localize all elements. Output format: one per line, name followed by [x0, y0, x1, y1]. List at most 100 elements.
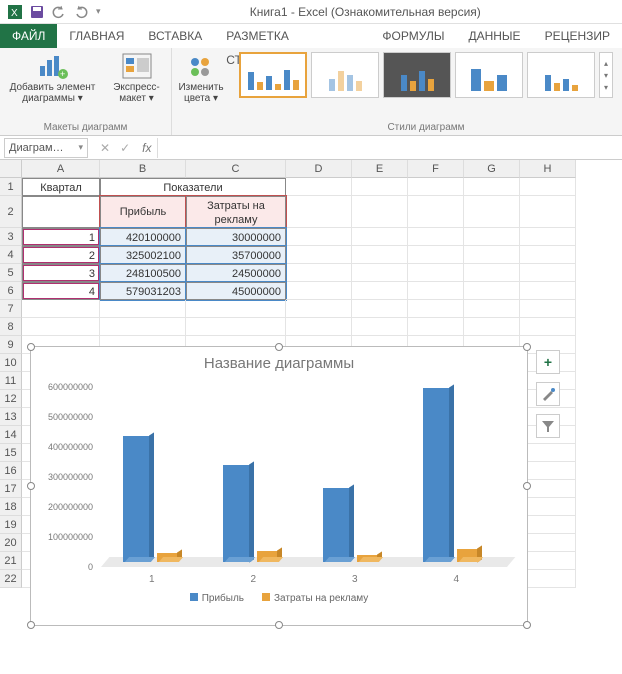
cell-G7[interactable]: [464, 300, 520, 318]
chart-handle-e[interactable]: [523, 482, 531, 490]
quick-layout-button[interactable]: Экспресс- макет ▾: [107, 52, 167, 104]
row-header-21[interactable]: 21: [0, 552, 22, 570]
cell-A7[interactable]: [22, 300, 100, 318]
cell-H20[interactable]: [520, 534, 576, 552]
chart-plot-area[interactable]: 0100000000200000000300000000400000000500…: [101, 380, 507, 570]
cell-H7[interactable]: [520, 300, 576, 318]
cell-H3[interactable]: [520, 228, 576, 246]
cell-C7[interactable]: [186, 300, 286, 318]
cell-B8[interactable]: [100, 318, 186, 336]
formula-confirm-icon[interactable]: ✓: [120, 141, 130, 155]
cell-D2[interactable]: [286, 196, 352, 228]
cell-F1[interactable]: [408, 178, 464, 196]
tab-page-layout[interactable]: РАЗМЕТКА СТРАНИЦЫ: [214, 24, 370, 48]
name-box-dropdown-icon[interactable]: ▾: [78, 142, 83, 153]
cell-A4[interactable]: 2: [22, 246, 100, 264]
cell-A6[interactable]: 4: [22, 282, 100, 300]
cell-D7[interactable]: [286, 300, 352, 318]
chart-handle-ne[interactable]: [523, 343, 531, 351]
cell-A1[interactable]: Квартал: [22, 178, 100, 196]
cell-E3[interactable]: [352, 228, 408, 246]
cell-E2[interactable]: [352, 196, 408, 228]
row-header-4[interactable]: 4: [0, 246, 22, 264]
column-headers[interactable]: ABCDEFGH: [22, 160, 622, 178]
cell-C4[interactable]: 35700000: [186, 246, 286, 264]
chart-filters-button[interactable]: [536, 414, 560, 438]
undo-icon[interactable]: [52, 5, 66, 19]
cell-A2[interactable]: [22, 196, 100, 228]
cell-C5[interactable]: 24500000: [186, 264, 286, 282]
row-header-14[interactable]: 14: [0, 426, 22, 444]
chart-handle-se[interactable]: [523, 621, 531, 629]
chart-handle-w[interactable]: [27, 482, 35, 490]
save-icon[interactable]: [30, 5, 44, 19]
spreadsheet-grid[interactable]: ABCDEFGH 1КварталПоказатели2ПрибыльЗатра…: [0, 160, 622, 588]
cell-E7[interactable]: [352, 300, 408, 318]
cell-B1[interactable]: Показатели: [100, 178, 286, 196]
cell-A5[interactable]: 3: [22, 264, 100, 282]
cell-F3[interactable]: [408, 228, 464, 246]
cell-H22[interactable]: [520, 570, 576, 588]
col-header-B[interactable]: B: [100, 160, 186, 178]
cell-D3[interactable]: [286, 228, 352, 246]
chart-style-1[interactable]: [239, 52, 307, 98]
cell-H5[interactable]: [520, 264, 576, 282]
cell-B4[interactable]: 325002100: [100, 246, 186, 264]
cell-D8[interactable]: [286, 318, 352, 336]
cell-E1[interactable]: [352, 178, 408, 196]
tab-file[interactable]: ФАЙЛ: [0, 24, 57, 48]
cell-A8[interactable]: [22, 318, 100, 336]
chart-elements-button[interactable]: +: [536, 350, 560, 374]
cell-D6[interactable]: [286, 282, 352, 300]
chart-handle-s[interactable]: [275, 621, 283, 629]
row-header-20[interactable]: 20: [0, 534, 22, 552]
row-header-16[interactable]: 16: [0, 462, 22, 480]
row-header-17[interactable]: 17: [0, 480, 22, 498]
cell-G3[interactable]: [464, 228, 520, 246]
row-header-13[interactable]: 13: [0, 408, 22, 426]
tab-insert[interactable]: ВСТАВКА: [136, 24, 214, 48]
cell-E6[interactable]: [352, 282, 408, 300]
add-chart-element-button[interactable]: + Добавить элемент диаграммы ▾: [5, 52, 101, 104]
chart-style-2[interactable]: [311, 52, 379, 98]
cell-F5[interactable]: [408, 264, 464, 282]
cell-D5[interactable]: [286, 264, 352, 282]
row-header-8[interactable]: 8: [0, 318, 22, 336]
legend-item-2[interactable]: Затраты на рекламу: [262, 593, 368, 604]
formula-bar[interactable]: [157, 138, 622, 158]
row-header-6[interactable]: 6: [0, 282, 22, 300]
cell-H8[interactable]: [520, 318, 576, 336]
select-all-corner[interactable]: [0, 160, 22, 178]
chart-handle-n[interactable]: [275, 343, 283, 351]
col-header-G[interactable]: G: [464, 160, 520, 178]
cell-F4[interactable]: [408, 246, 464, 264]
row-header-7[interactable]: 7: [0, 300, 22, 318]
cell-C3[interactable]: 30000000: [186, 228, 286, 246]
chart-styles-button[interactable]: [536, 382, 560, 406]
change-colors-button[interactable]: Изменить цвета ▾: [175, 52, 227, 104]
cell-B3[interactable]: 420100000: [100, 228, 186, 246]
cell-C8[interactable]: [186, 318, 286, 336]
cell-C6[interactable]: 45000000: [186, 282, 286, 300]
cell-G8[interactable]: [464, 318, 520, 336]
col-header-A[interactable]: A: [22, 160, 100, 178]
cell-H6[interactable]: [520, 282, 576, 300]
tab-home[interactable]: ГЛАВНАЯ: [57, 24, 136, 48]
cell-B2[interactable]: Прибыль: [100, 196, 186, 228]
cell-G1[interactable]: [464, 178, 520, 196]
tab-data[interactable]: ДАННЫЕ: [456, 24, 532, 48]
chart-legend[interactable]: Прибыль Затраты на рекламу: [31, 585, 527, 608]
tab-formulas[interactable]: ФОРМУЛЫ: [370, 24, 456, 48]
cell-G5[interactable]: [464, 264, 520, 282]
col-header-H[interactable]: H: [520, 160, 576, 178]
cell-G6[interactable]: [464, 282, 520, 300]
cell-H4[interactable]: [520, 246, 576, 264]
cell-F8[interactable]: [408, 318, 464, 336]
row-header-18[interactable]: 18: [0, 498, 22, 516]
cell-B7[interactable]: [100, 300, 186, 318]
chart-handle-nw[interactable]: [27, 343, 35, 351]
chart-style-3[interactable]: [383, 52, 451, 98]
cell-H15[interactable]: [520, 444, 576, 462]
row-header-15[interactable]: 15: [0, 444, 22, 462]
row-header-9[interactable]: 9: [0, 336, 22, 354]
